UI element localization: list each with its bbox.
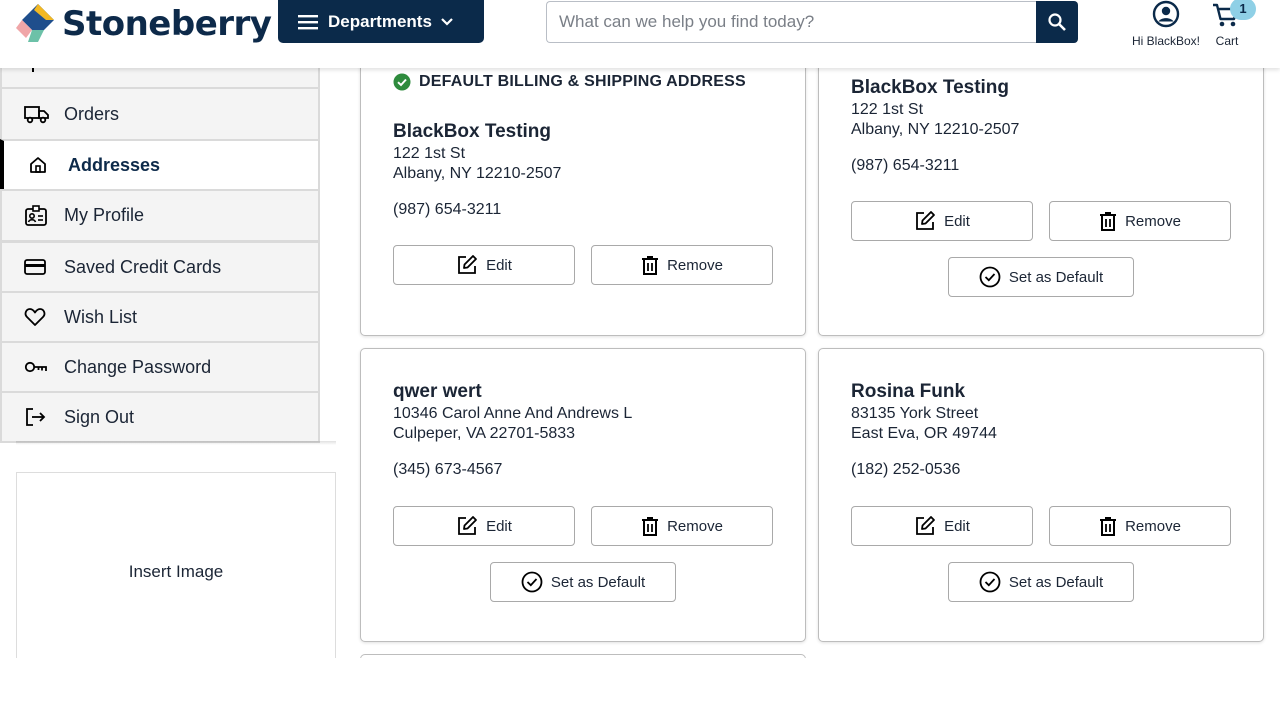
sidebar-item-label: Change Password bbox=[64, 356, 212, 377]
check-circle-outline-icon bbox=[979, 266, 1001, 288]
truck-icon bbox=[24, 104, 50, 124]
check-circle-icon bbox=[393, 73, 411, 91]
account-label: Hi BlackBox! bbox=[1131, 34, 1201, 48]
sidebar-item-addresses[interactable]: Addresses bbox=[0, 139, 320, 191]
edit-icon bbox=[458, 255, 477, 274]
default-address-indicator: DEFAULT BILLING & SHIPPING ADDRESS bbox=[393, 73, 746, 91]
home-icon bbox=[28, 155, 48, 175]
sidebar-item-label: My Profile bbox=[64, 205, 145, 225]
page-bottom-margin bbox=[0, 658, 1280, 720]
sidebar-item-orders[interactable]: Orders bbox=[0, 87, 320, 141]
image-placeholder: Insert Image bbox=[16, 472, 336, 672]
edit-address-button[interactable]: Edit bbox=[393, 506, 575, 546]
stoneberry-logo[interactable]: Stoneberry bbox=[16, 2, 272, 46]
sidebar-item-wish-list[interactable]: Wish List bbox=[0, 291, 320, 343]
address-street: 122 1st St bbox=[393, 145, 466, 162]
check-circle-outline-icon bbox=[521, 571, 543, 593]
logo-mark-icon bbox=[16, 2, 60, 46]
address-card: qwer wert 10346 Carol Anne And Andrews L… bbox=[360, 348, 806, 642]
sidebar-item-label: Wish List bbox=[64, 306, 138, 327]
insert-image-label: Insert Image bbox=[128, 562, 224, 581]
search-icon bbox=[1048, 13, 1066, 31]
cart-count-badge: 1 bbox=[1230, 0, 1256, 20]
id-card-icon bbox=[24, 204, 48, 227]
check-circle-outline-icon bbox=[979, 571, 1001, 593]
set-default-label: Set as Default bbox=[1008, 573, 1104, 591]
cart-button[interactable]: 1 Cart bbox=[1206, 0, 1256, 50]
sign-out-icon bbox=[24, 407, 46, 427]
account-menu[interactable]: Hi BlackBox! bbox=[1126, 0, 1206, 50]
address-street: 83135 York Street bbox=[851, 405, 979, 422]
heart-icon bbox=[24, 307, 46, 327]
trash-icon bbox=[642, 517, 659, 536]
cart-label: Cart bbox=[1215, 34, 1239, 48]
address-card: Rosina Funk 83135 York Street East Eva, … bbox=[818, 348, 1264, 642]
credit-card-icon bbox=[24, 258, 46, 276]
sidebar-item-label: Addresses bbox=[68, 154, 161, 175]
chevron-down-icon bbox=[441, 17, 453, 26]
search-button[interactable] bbox=[1036, 1, 1078, 43]
remove-address-button[interactable]: Remove bbox=[1049, 506, 1231, 546]
sidebar-item-label: Sign Out bbox=[64, 406, 135, 427]
address-city: Albany, NY 12210-2507 bbox=[393, 165, 562, 182]
set-default-label: Set as Default bbox=[1008, 268, 1104, 286]
address-phone: (987) 654-3211 bbox=[393, 201, 502, 218]
hamburger-icon bbox=[298, 14, 318, 29]
remove-address-button[interactable]: Remove bbox=[1049, 201, 1231, 241]
address-city: East Eva, OR 49744 bbox=[851, 425, 997, 442]
edit-label: Edit bbox=[486, 517, 512, 535]
address-card: BlackBox Testing 122 1st St Albany, NY 1… bbox=[818, 46, 1264, 336]
sidebar-item-label: Orders bbox=[64, 103, 120, 124]
edit-icon bbox=[458, 516, 477, 535]
address-card: DEFAULT BILLING & SHIPPING ADDRESS Black… bbox=[360, 46, 806, 336]
address-city: Culpeper, VA 22701-5833 bbox=[393, 425, 576, 442]
sidebar-item-sign-out[interactable]: Sign Out bbox=[0, 391, 320, 443]
key-icon bbox=[24, 359, 48, 375]
trash-icon bbox=[1100, 517, 1117, 536]
edit-address-button[interactable]: Edit bbox=[851, 201, 1033, 241]
address-street: 10346 Carol Anne And Andrews L bbox=[393, 405, 633, 422]
sidebar-item-change-password[interactable]: Change Password bbox=[0, 341, 320, 393]
departments-button[interactable]: Departments bbox=[278, 0, 484, 43]
remove-address-button[interactable]: Remove bbox=[591, 245, 773, 285]
edit-address-button[interactable]: Edit bbox=[393, 245, 575, 285]
logo-text: Stoneberry bbox=[62, 4, 272, 44]
user-circle-icon bbox=[1152, 0, 1180, 28]
address-street: 122 1st St bbox=[851, 101, 924, 118]
set-default-label: Set as Default bbox=[550, 573, 646, 591]
sidebar-shadow bbox=[16, 441, 336, 445]
set-default-button[interactable]: Set as Default bbox=[490, 562, 676, 602]
address-name: Rosina Funk bbox=[851, 381, 966, 402]
sidebar-item-label: Saved Credit Cards bbox=[64, 256, 222, 277]
trash-icon bbox=[642, 256, 659, 275]
edit-icon bbox=[916, 211, 935, 230]
search-input[interactable] bbox=[546, 1, 1036, 43]
edit-label: Edit bbox=[944, 212, 970, 230]
remove-label: Remove bbox=[667, 517, 723, 535]
address-name: BlackBox Testing bbox=[851, 77, 1010, 98]
sidebar-item-my-profile[interactable]: My Profile bbox=[0, 189, 320, 242]
edit-label: Edit bbox=[486, 256, 512, 274]
address-name: qwer wert bbox=[393, 381, 482, 402]
site-header: Stoneberry Departments Hi BlackBox! bbox=[0, 0, 1280, 68]
edit-label: Edit bbox=[944, 517, 970, 535]
remove-label: Remove bbox=[667, 256, 723, 274]
default-address-label: DEFAULT BILLING & SHIPPING ADDRESS bbox=[419, 73, 746, 90]
remove-label: Remove bbox=[1125, 212, 1181, 230]
departments-label: Departments bbox=[328, 11, 432, 31]
address-phone: (182) 252-0536 bbox=[851, 461, 961, 478]
address-name: BlackBox Testing bbox=[393, 121, 552, 142]
remove-address-button[interactable]: Remove bbox=[591, 506, 773, 546]
edit-icon bbox=[916, 516, 935, 535]
set-default-button[interactable]: Set as Default bbox=[948, 562, 1134, 602]
sidebar-item-saved-credit-cards[interactable]: Saved Credit Cards bbox=[0, 241, 320, 293]
search-bar bbox=[546, 1, 1078, 43]
trash-icon bbox=[1100, 212, 1117, 231]
edit-address-button[interactable]: Edit bbox=[851, 506, 1033, 546]
address-phone: (987) 654-3211 bbox=[851, 157, 960, 174]
address-phone: (345) 673-4567 bbox=[393, 461, 503, 478]
set-default-button[interactable]: Set as Default bbox=[948, 257, 1134, 297]
remove-label: Remove bbox=[1125, 517, 1181, 535]
address-city: Albany, NY 12210-2507 bbox=[851, 121, 1020, 138]
